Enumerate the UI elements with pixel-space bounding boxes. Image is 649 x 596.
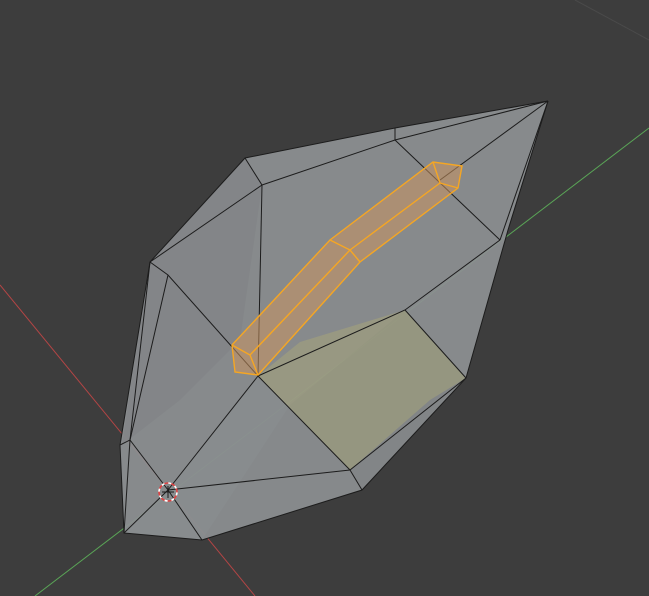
3d-viewport[interactable] (0, 0, 649, 596)
mesh-object[interactable] (119, 100, 549, 541)
viewport-canvas[interactable] (0, 0, 649, 596)
grid-line (574, 0, 649, 41)
